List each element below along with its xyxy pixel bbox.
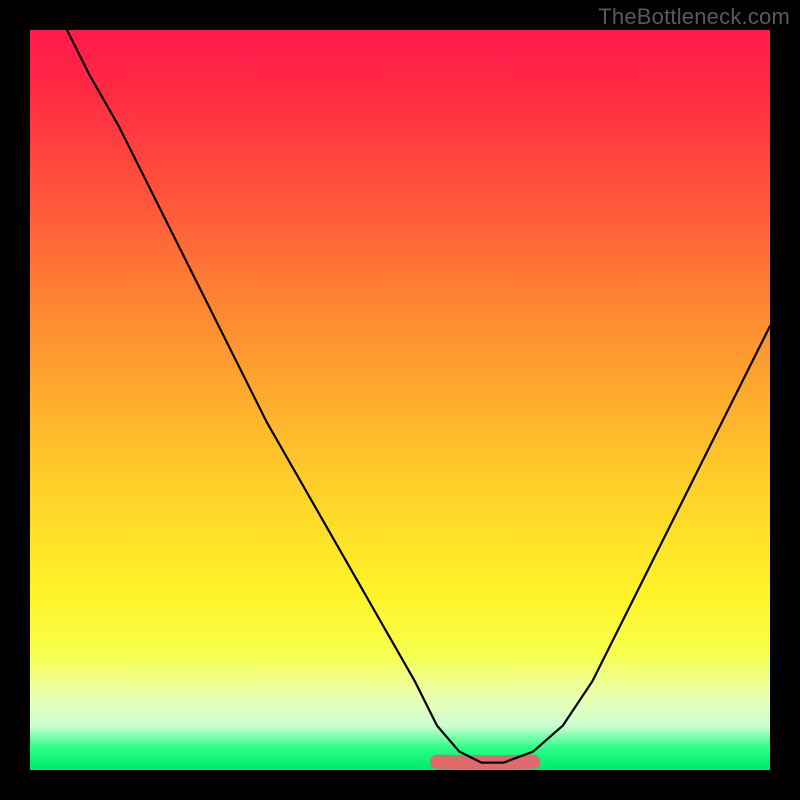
- frame-border-left: [0, 0, 30, 800]
- frame-border-bottom: [0, 770, 800, 800]
- chart-plot: [30, 30, 770, 770]
- frame-border-right: [770, 0, 800, 800]
- chart-frame: TheBottleneck.com: [0, 0, 800, 800]
- watermark-text: TheBottleneck.com: [598, 4, 790, 30]
- bottleneck-curve: [67, 30, 770, 763]
